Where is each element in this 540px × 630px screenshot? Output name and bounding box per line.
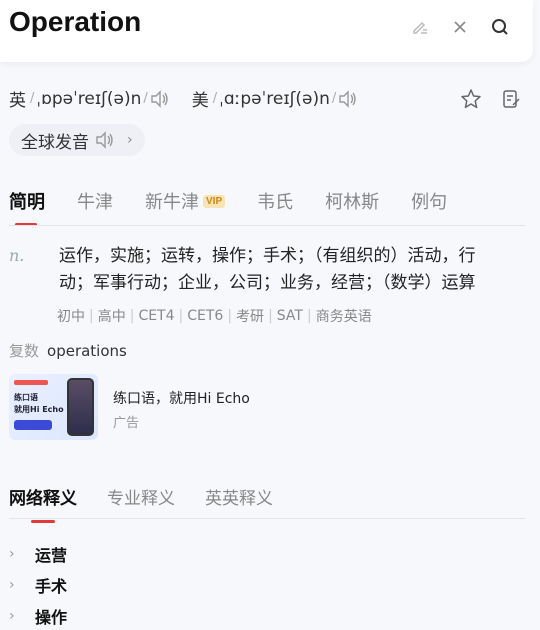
chevron-right-icon: › [127,132,133,148]
us-pronunciation[interactable]: 美 / ˌɑːpəˈreɪʃ(ə)n / [192,86,359,111]
level-tag: 高中 [97,309,126,325]
web-definition-list: › 运营 › 手术 › 操作 [9,538,67,630]
us-label: 美 [191,91,209,111]
tab-new-oxford[interactable]: 新牛津 VIP [145,188,226,226]
ad-tag: 广告 [113,416,140,431]
chevron-right-icon: › [9,607,15,624]
divider [9,225,525,226]
global-pronunciation-label: 全球发音 [21,132,89,153]
pronunciation-row: 英 / ˌɒpəˈreɪʃ(ə)n / 美 / ˌɑːpəˈreɪʃ(ə)n / [9,86,380,111]
tab-oxford[interactable]: 牛津 [77,188,113,226]
speaker-icon[interactable] [338,89,358,109]
search-card: Operation [0,0,533,62]
uk-ipa: ˌɒpəˈreɪʃ(ə)n [36,88,142,109]
plural-value[interactable]: operations [47,342,127,360]
plural-form: 复数 operations [9,340,127,361]
uk-label: 英 [9,91,26,111]
tab-jianming[interactable]: 简明 [9,188,45,226]
star-icon[interactable] [458,86,484,112]
ad-banner[interactable]: 练口语 就用Hi Echo 练口语，就用Hi Echo 广告 [9,374,529,440]
list-item[interactable]: › 手术 [9,569,67,600]
list-item[interactable]: › 操作 [9,600,67,630]
exam-levels: 初中 | 高中 | CET4 | CET6 | 考研 | SAT | 商务英语 [57,308,372,325]
plural-label: 复数 [9,342,40,360]
note-icon[interactable] [498,86,524,112]
global-pronunciation-button[interactable]: 全球发音 › [9,124,145,156]
level-tag: 初中 [57,309,85,325]
vip-badge: VIP [203,194,226,208]
ad-thumbnail: 练口语 就用Hi Echo [9,374,98,440]
speaker-icon[interactable] [150,89,170,109]
tab-examples[interactable]: 例句 [411,188,447,226]
phone-illustration [67,378,94,436]
chevron-right-icon: › [9,576,15,593]
level-tag: 商务英语 [315,309,372,325]
level-tag: SAT [276,308,303,324]
tab-webster[interactable]: 韦氏 [257,188,293,226]
level-tag: CET6 [187,308,224,324]
search-icon[interactable] [487,14,513,40]
part-of-speech: n. [9,246,25,265]
uk-pronunciation[interactable]: 英 / ˌɒpəˈreɪʃ(ə)n / [9,86,170,111]
dictionary-tabs: 简明 牛津 新牛津 VIP 韦氏 柯林斯 例句 [9,188,447,226]
divider [9,518,525,519]
level-tag: 考研 [236,309,265,325]
level-tag: CET4 [138,308,175,324]
ad-title: 练口语，就用Hi Echo [113,391,250,407]
edit-icon[interactable] [407,14,433,40]
list-item[interactable]: › 运营 [9,538,67,569]
speaker-icon [95,130,115,150]
us-ipa: ˌɑːpəˈreɪʃ(ə)n [219,88,330,109]
definition-text: 运作，实施；运转，操作；手术；（有组织的）活动，行动；军事行动；企业，公司；业务… [59,246,476,293]
chevron-right-icon: › [9,545,15,562]
tab-collins[interactable]: 柯林斯 [325,188,379,226]
clear-icon[interactable] [447,14,473,40]
search-query[interactable]: Operation [9,6,141,38]
